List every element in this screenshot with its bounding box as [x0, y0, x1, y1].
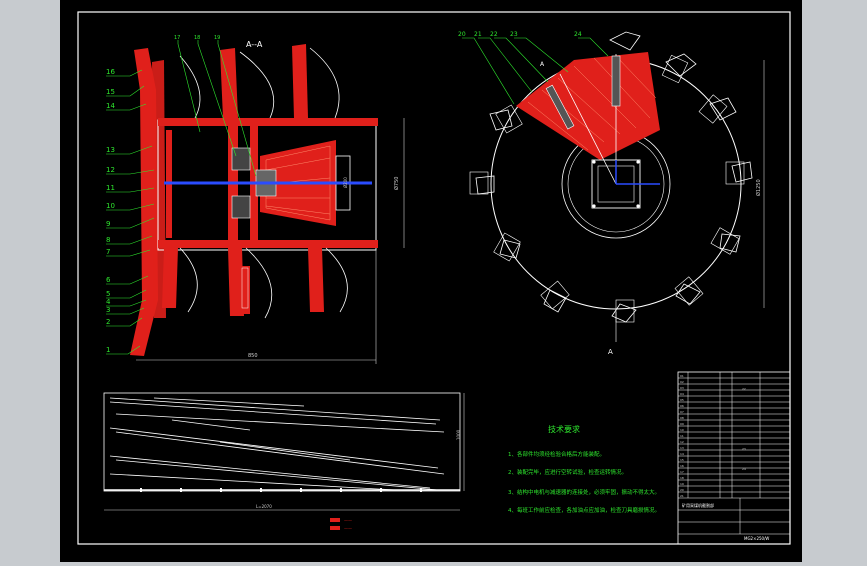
spiral-development-view: L=2070 1000 —— —— [103, 392, 465, 531]
callout-6: 6 [106, 276, 111, 284]
drawing-canvas: A--A 850 Ø750 Ø200 16 15 14 13 12 11 10 … [77, 11, 791, 545]
callout-5: 5 [106, 290, 110, 298]
callout-7: 7 [106, 248, 110, 256]
callout-20: 20 [458, 31, 466, 38]
svg-text:22: 22 [742, 387, 746, 391]
callout-1: 1 [106, 346, 110, 354]
dim-disc: Ø1250 [755, 179, 762, 196]
svg-text:19: 19 [680, 482, 684, 486]
svg-text:03: 03 [680, 386, 684, 390]
vane-bottom-1 [162, 248, 178, 308]
svg-text:09: 09 [680, 422, 684, 426]
drawing-sheet: A--A 850 Ø750 Ø200 16 15 14 13 12 11 10 … [60, 0, 802, 562]
svg-text:24: 24 [742, 467, 746, 471]
front-view: A A Ø1250 20 21 22 23 24 [458, 31, 765, 356]
vane-curve-1 [179, 55, 201, 119]
note-4: 4、每班工作前应检查，各加油点应加油，检查刀具磨损情况。 [508, 506, 660, 514]
svg-text:12: 12 [680, 440, 684, 444]
legend-text-2: —— [344, 526, 352, 531]
pick-top [611, 55, 621, 107]
svg-text:17: 17 [680, 470, 684, 474]
vane-top-2 [292, 44, 308, 118]
dim-conveyor-len: L=2070 [256, 504, 272, 509]
notes-title: 技术要求 [548, 424, 580, 434]
dim-bore: Ø200 [343, 177, 348, 188]
housing-bottom-wall [158, 240, 378, 248]
callout-12: 12 [106, 166, 115, 174]
callout-24: 24 [574, 31, 582, 38]
dim-height: Ø750 [393, 177, 400, 190]
svg-text:11: 11 [680, 434, 684, 438]
callout-3: 3 [106, 306, 110, 314]
svg-text:21: 21 [680, 494, 684, 498]
svg-text:15: 15 [680, 458, 684, 462]
drawing-title: 矿用采煤机截割部 [682, 502, 714, 508]
svg-text:04: 04 [680, 392, 684, 396]
legend-swatch-1 [330, 518, 340, 522]
callout-9: 9 [106, 220, 110, 228]
svg-text:20: 20 [680, 488, 684, 492]
note-3: 3、结构中电机与减速器的连接处，必须牢固，振动不得太大。 [508, 488, 660, 496]
section-mark-a-top: A [540, 61, 545, 68]
callout-21: 21 [474, 31, 482, 38]
vane-curve-6 [325, 247, 348, 313]
title-block-codes: 01 02 03 04 05 06 07 08 09 10 11 12 13 1… [680, 374, 746, 498]
svg-text:02: 02 [680, 380, 684, 384]
note-1: 1、各部件均须经检验合格后方能装配。 [508, 450, 605, 458]
title-block: 01 02 03 04 05 06 07 08 09 10 11 12 13 1… [677, 371, 791, 545]
section-title: A--A [246, 40, 263, 49]
callout-18: 18 [194, 35, 200, 41]
callout-14: 14 [106, 102, 115, 110]
callout-11: 11 [106, 184, 115, 192]
vane-curve-4 [179, 247, 198, 313]
legend-swatch-2 [330, 526, 340, 530]
housing-top-wall [158, 118, 378, 126]
section-view: A--A 850 Ø750 Ø200 16 15 14 13 12 11 10 … [106, 35, 405, 364]
svg-text:13: 13 [680, 446, 684, 450]
svg-text:08: 08 [680, 416, 684, 420]
note-2: 2、装配完毕，应进行空转试验，检查运转情况。 [508, 468, 627, 476]
svg-text:18: 18 [680, 476, 684, 480]
callout-22: 22 [490, 31, 498, 38]
bearing-lower [231, 195, 251, 219]
svg-text:01: 01 [680, 374, 684, 378]
technical-requirements: 技术要求 1、各部件均须经检验合格后方能装配。 2、装配完毕，应进行空转试验，检… [508, 424, 660, 514]
vane-bottom-3 [308, 248, 324, 312]
dim-bottom: 850 [248, 353, 258, 359]
svg-text:06: 06 [680, 404, 684, 408]
callout-15: 15 [106, 88, 115, 96]
callout-16: 16 [106, 68, 115, 76]
svg-text:07: 07 [680, 410, 684, 414]
title-block-rows [678, 372, 790, 535]
callout-17: 17 [174, 35, 180, 41]
callout-2: 2 [106, 318, 110, 326]
callout-8: 8 [106, 236, 110, 244]
callout-4: 4 [106, 298, 111, 306]
svg-text:23: 23 [742, 447, 746, 451]
callout-13: 13 [106, 146, 115, 154]
svg-text:05: 05 [680, 398, 684, 402]
svg-text:14: 14 [680, 452, 684, 456]
cad-viewport: A--A 850 Ø750 Ø200 16 15 14 13 12 11 10 … [0, 0, 867, 562]
legend-text-1: —— [344, 518, 352, 523]
callout-10: 10 [106, 202, 115, 210]
vane-curve-2 [239, 51, 274, 119]
drawing-code: MG2×250/W [744, 536, 769, 541]
section-mark-a-bottom: A [608, 348, 613, 356]
callout-23: 23 [510, 31, 518, 38]
dim-conveyor-h: 1000 [456, 429, 461, 440]
vane-curve-3 [309, 47, 340, 119]
svg-text:10: 10 [680, 428, 684, 432]
pick-holder [240, 266, 250, 314]
sector-section [516, 52, 660, 160]
callout-19: 19 [214, 35, 220, 41]
svg-text:16: 16 [680, 464, 684, 468]
title-block-frame [677, 371, 791, 545]
